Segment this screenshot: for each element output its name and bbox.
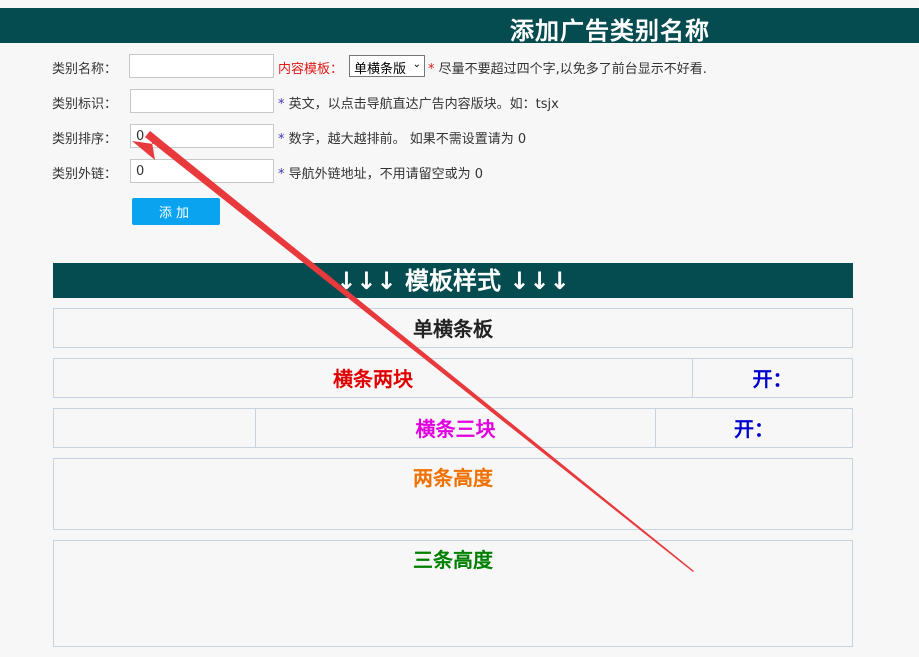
template-three: 横条三块 开： [53,408,853,448]
identifier-tip-text: 英文，以点击导航直达广告内容版块。如：tsjx [284,97,559,112]
template-two-side: 开： [692,359,852,397]
category-name-input[interactable] [129,54,274,78]
template-select[interactable]: 单横条版 ⌄ [349,55,425,77]
template-two-label: 横条两块 [333,367,413,391]
page-header: 添加广告类别名称 [0,8,919,45]
sort-tip-text: 数字，越大越排前。 如果不需设置请为 0 [284,132,527,147]
template-tip-text: 尽量不要超过四个字,以免多了前台显示不好看. [434,62,707,77]
link-tip: * 导航外链地址，不用请留空或为 0 [278,163,483,182]
category-name-label: 类别名称： [52,62,118,77]
link-tip-text: 导航外链地址，不用请留空或为 0 [284,167,484,182]
category-sort-input[interactable] [130,124,274,148]
page-title: 添加广告类别名称 [510,17,710,45]
template-tip: * 尽量不要超过四个字,以免多了前台显示不好看. [428,58,707,77]
row-category-name: 类别名称： 内容模板： 单横条版 ⌄ * 尽量不要超过四个字,以免多了前台显示不… [0,54,919,78]
sort-tip: * 数字，越大越排前。 如果不需设置请为 0 [278,128,526,147]
template-single: 单横条板 [53,308,853,348]
category-identifier-label: 类别标识： [52,97,118,112]
category-link-label: 类别外链： [52,167,118,182]
template-label: 内容模板： [278,62,344,77]
category-link-input[interactable] [130,159,274,183]
template-twoheight: 两条高度 [53,458,853,530]
template-single-label: 单横条板 [413,317,493,341]
template-three-left-cell [54,409,255,447]
template-two: 横条两块 开： [53,358,853,398]
row-category-identifier: 类别标识： * 英文，以点击导航直达广告内容版块。如：tsjx [0,89,919,113]
template-select-value: 单横条版 [354,62,407,77]
chevron-down-icon: ⌄ [412,59,421,70]
template-twoheight-label: 两条高度 [413,466,493,490]
category-identifier-input[interactable] [130,89,274,113]
template-three-label: 横条三块 [255,409,655,447]
template-three-side: 开： [655,409,852,447]
add-button[interactable]: 添加 [132,198,220,225]
category-sort-label: 类别排序： [52,132,118,147]
template-threeheight-label: 三条高度 [413,548,493,572]
row-category-sort: 类别排序： * 数字，越大越排前。 如果不需设置请为 0 [0,124,919,148]
templates-heading: ↓↓↓ 模板样式 ↓↓↓ [53,263,853,298]
template-threeheight: 三条高度 [53,540,853,647]
row-category-link: 类别外链： * 导航外链地址，不用请留空或为 0 [0,159,919,183]
identifier-tip: * 英文，以点击导航直达广告内容版块。如：tsjx [278,93,559,112]
